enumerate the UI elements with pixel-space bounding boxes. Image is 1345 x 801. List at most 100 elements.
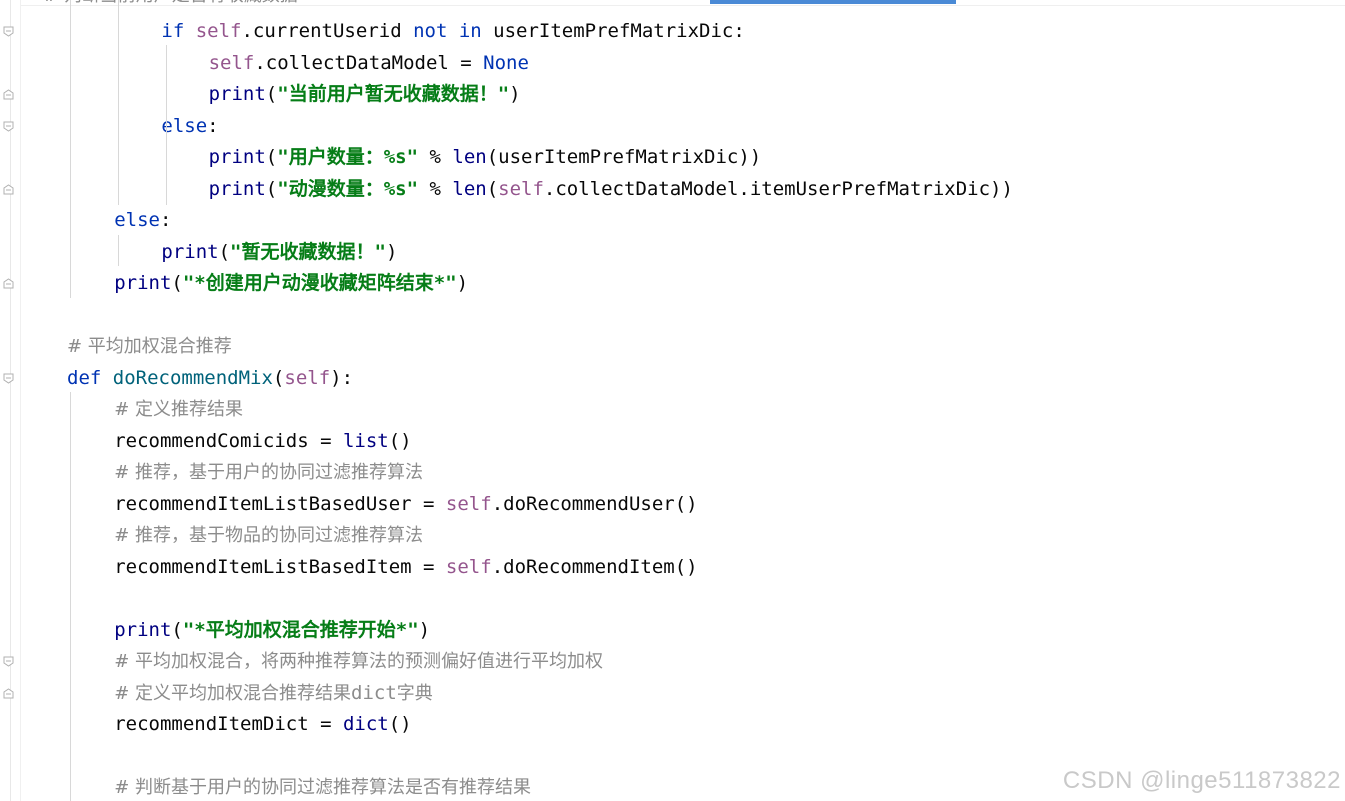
code-token: % [418, 146, 453, 168]
code-line[interactable]: # 定义平均加权混合推荐结果dict字典 [114, 678, 433, 709]
code-token: % [418, 177, 453, 200]
code-line[interactable]: print("暂无收藏数据！") [161, 237, 397, 268]
indent-guide [118, 0, 119, 205]
code-token: print [208, 177, 266, 200]
code-token: ( [218, 240, 231, 263]
code-token: len [452, 177, 487, 200]
fold-open-icon[interactable] [3, 373, 14, 384]
code-token: # 判断基于用户的协同过滤推荐算法是否有推荐结果 [114, 777, 531, 798]
code-token: recommendItemListBasedUser = [114, 492, 446, 515]
code-line[interactable]: # 定义推荐结果 [114, 394, 243, 425]
code-token: .currentUserid [241, 20, 414, 42]
code-token: " [277, 146, 289, 168]
code-line[interactable]: print("用户数量：%s" % len(userItemPrefMatrix… [209, 142, 762, 173]
code-token: recommendItemListBasedItem = [114, 555, 446, 578]
code-token: () [388, 429, 412, 452]
code-line[interactable]: self.collectDataModel = None [209, 48, 529, 79]
code-token: " [277, 83, 289, 105]
code-token: 当前用户暂无收藏数据！ [288, 83, 498, 105]
code-token: ( [171, 272, 183, 294]
code-token: ( [486, 177, 499, 200]
code-token: " [374, 240, 386, 263]
code-line[interactable]: # 判断基于用户的协同过滤推荐算法是否有推荐结果 [114, 772, 531, 801]
code-token: "* [182, 272, 206, 294]
code-token: ( [265, 146, 278, 168]
code-token: .collectDataModel = [254, 51, 484, 74]
code-line[interactable]: # 平均加权混合推荐 [67, 331, 232, 362]
code-token: recommendComicids = [114, 429, 343, 452]
code-token: ( [272, 366, 285, 389]
code-token: 暂无收藏数据！ [241, 240, 375, 263]
fold-end-icon[interactable] [3, 89, 14, 100]
code-token: ) [509, 83, 521, 105]
code-token: print [208, 83, 266, 105]
fold-open-icon[interactable] [3, 26, 14, 37]
code-token: self [445, 555, 492, 578]
code-token: 用户数量： [288, 146, 384, 168]
code-token: ( [265, 83, 278, 105]
code-line[interactable]: recommendItemDict = dict() [114, 709, 411, 740]
code-token: recommendItemDict = [114, 713, 343, 735]
code-token: "* [182, 618, 206, 641]
code-token: ) [418, 618, 431, 641]
code-token: # 定义推荐结果 [114, 399, 243, 420]
code-token: " [497, 83, 510, 105]
fold-end-icon[interactable] [3, 688, 14, 699]
code-token: self [284, 366, 331, 389]
code-token: None [483, 51, 529, 74]
code-token: ( [171, 618, 183, 641]
fold-end-icon[interactable] [3, 184, 14, 195]
code-line[interactable]: if self.currentUserid not in userItemPre… [161, 16, 744, 47]
code-token: %s" [383, 177, 419, 200]
watermark: CSDN @linge511873822 [1062, 767, 1341, 794]
code-token: # 定义平均加权混合推荐结果 [114, 682, 351, 704]
code-token: *" [433, 272, 457, 294]
code-token: 动漫数量： [288, 177, 384, 200]
active-tab-indicator [710, 0, 956, 4]
code-token: ) [456, 272, 469, 294]
indent-guide [70, 392, 71, 801]
code-token: self [208, 51, 255, 74]
code-token: list [342, 429, 389, 452]
code-token: 字典 [396, 682, 433, 704]
code-token: print [208, 146, 266, 168]
code-line[interactable]: def doRecommendMix(self): [67, 363, 353, 394]
code-line[interactable]: else: [161, 111, 218, 142]
fold-end-icon[interactable] [3, 278, 14, 289]
code-token: *" [395, 618, 419, 641]
code-line[interactable]: print("*平均加权混合推荐开始*") [114, 615, 430, 646]
code-token: ( [265, 177, 278, 200]
code-line[interactable]: print("动漫数量：%s" % len(self.collectDataMo… [209, 174, 1013, 205]
code-line[interactable]: recommendComicids = list() [114, 426, 411, 457]
code-line[interactable]: recommendItemListBasedItem = self.doReco… [114, 552, 697, 583]
code-token: # 平均加权混合，将两种推荐算法的预测偏好值进行平均加权 [114, 651, 603, 672]
fold-open-icon[interactable] [3, 656, 14, 667]
code-editor[interactable]: # 判断当前用户是否有收藏数据 if self.currentUserid no… [0, 0, 1345, 801]
code-token: self [195, 20, 242, 42]
code-line[interactable]: # 推荐，基于用户的协同过滤推荐算法 [114, 457, 423, 488]
indent-guide [166, 45, 167, 205]
code-token: dict [351, 681, 397, 704]
code-token: : [159, 209, 172, 231]
code-line[interactable]: # 平均加权混合，将两种推荐算法的预测偏好值进行平均加权 [114, 646, 603, 677]
code-token: def [67, 366, 113, 389]
code-line[interactable]: print("*创建用户动漫收藏矩阵结束*") [114, 268, 468, 299]
code-token: .doRecommendUser() [491, 492, 698, 515]
indent-guide [118, 235, 119, 266]
code-line[interactable]: # 推荐，基于物品的协同过滤推荐算法 [114, 520, 423, 551]
indent-guide [70, 0, 71, 298]
code-token: %s" [383, 146, 419, 168]
fold-gutter [0, 0, 21, 801]
code-token: print [114, 618, 172, 641]
code-token: not in [413, 20, 494, 42]
fold-open-icon[interactable] [3, 121, 14, 132]
code-token: # 推荐，基于物品的协同过滤推荐算法 [114, 525, 423, 546]
code-token: : [207, 114, 219, 137]
code-line[interactable]: print("当前用户暂无收藏数据！") [209, 79, 521, 110]
code-line[interactable]: else: [114, 205, 171, 236]
code-token: .doRecommendItem() [491, 555, 698, 578]
code-token: print [114, 272, 172, 294]
code-line[interactable]: recommendItemListBasedUser = self.doReco… [114, 489, 697, 520]
code-token: else [114, 209, 160, 231]
code-token: else [161, 114, 208, 137]
